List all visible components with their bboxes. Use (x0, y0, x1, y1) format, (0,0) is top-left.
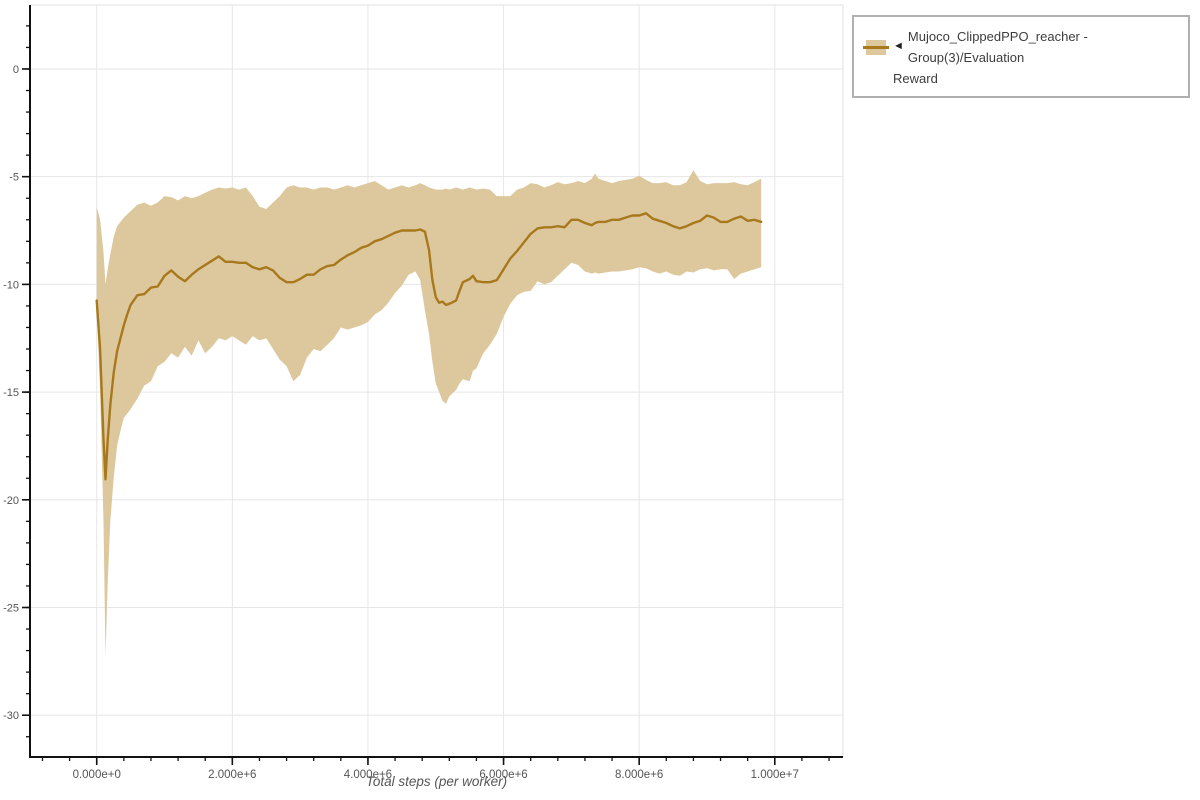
y-tick-label: 0 (13, 64, 19, 76)
legend-swatch-band-icon (863, 39, 889, 55)
axes (22, 5, 843, 765)
y-tick-label: -25 (3, 603, 19, 615)
legend-swatch-line-icon (863, 45, 889, 49)
legend-collapse-icon[interactable]: ◄ (893, 38, 904, 56)
legend[interactable]: ◄ Mujoco_ClippedPPO_reacher - Group(3)/E… (852, 15, 1190, 99)
y-tick-label: -30 (3, 710, 19, 722)
legend-entry[interactable]: ◄ Mujoco_ClippedPPO_reacher - Group(3)/E… (863, 26, 1178, 68)
y-tick-label: -20 (3, 495, 19, 507)
y-tick-label: -5 (9, 172, 19, 184)
y-tick-labels: 0 -5 -10 -15 -20 -25 -30 (3, 64, 19, 722)
confidence-band (96, 170, 762, 657)
legend-label-line1: Mujoco_ClippedPPO_reacher - Group(3)/Eva… (907, 29, 1088, 66)
y-tick-label: -15 (3, 387, 19, 399)
legend-label-line2: Reward (893, 71, 938, 87)
y-tick-label: -10 (3, 279, 19, 291)
x-axis-title: Total steps (per worker) (365, 774, 508, 789)
reward-chart: 0-5-10-15-20-25-300.000e+0 2.000e+6 4.000e… (3, 4, 844, 781)
